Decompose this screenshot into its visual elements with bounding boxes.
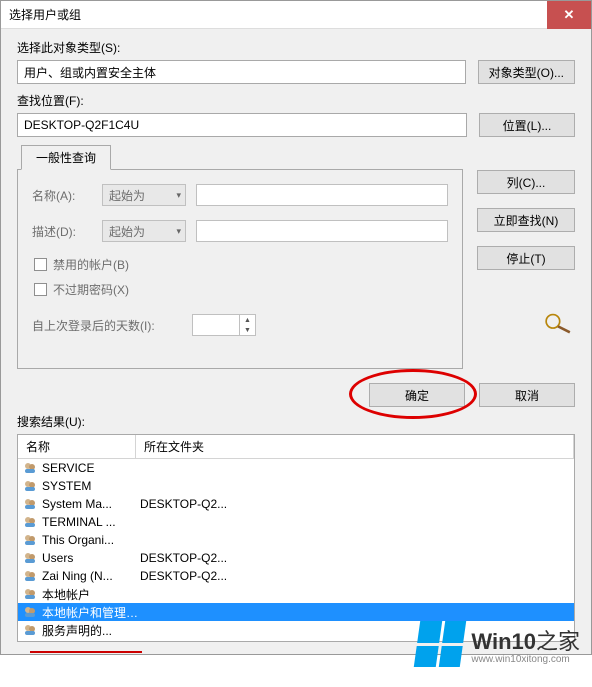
checkbox-icon [34,283,47,296]
stop-button[interactable]: 停止(T) [477,246,575,270]
row-name: This Organi... [42,533,140,547]
dialog-window: 选择用户或组 ✕ 选择此对象类型(S): 用户、组或内置安全主体 对象类型(O)… [0,0,592,655]
group-icon [22,460,38,476]
col-name-header[interactable]: 名称 [18,435,136,458]
footer-actions: 确定 取消 [17,383,575,407]
list-item[interactable]: System Ma...DESKTOP-Q2... [18,495,574,513]
group-icon [22,550,38,566]
row-name: TERMINAL ... [42,515,140,529]
window-title: 选择用户或组 [1,6,81,23]
search-icon [541,312,575,334]
object-type-field[interactable]: 用户、组或内置安全主体 [17,60,466,84]
row-name: SYSTEM [42,479,140,493]
group-icon [22,496,38,512]
list-item[interactable]: This Organi... [18,531,574,549]
location-label: 查找位置(F): [17,92,575,109]
desc-label: 描述(D): [32,223,92,240]
side-buttons: 列(C)... 立即查找(N) 停止(T) [477,170,575,334]
lastlogin-label: 自上次登录后的天数(I): [32,317,182,334]
row-name: Zai Ning (N... [42,569,140,583]
list-item[interactable]: SERVICE [18,459,574,477]
windows-logo-icon [414,621,466,667]
list-item[interactable]: 本地帐户 [18,585,574,603]
locations-button[interactable]: 位置(L)... [479,113,575,137]
row-name: SERVICE [42,461,140,475]
location-field[interactable]: DESKTOP-Q2F1C4U [17,113,467,137]
spin-up-icon[interactable]: ▲ [240,315,255,325]
tab-host: 一般性查询 名称(A): 起始为 ▾ 描述(D): 起始为 [17,145,575,369]
titlebar: 选择用户或组 ✕ [1,1,591,29]
tab-pane: 名称(A): 起始为 ▾ 描述(D): 起始为 ▾ [17,169,463,369]
list-item[interactable]: SYSTEM [18,477,574,495]
tab-common-query[interactable]: 一般性查询 [21,145,111,170]
dialog-content: 选择此对象类型(S): 用户、组或内置安全主体 对象类型(O)... 查找位置(… [1,29,591,654]
location-group: 查找位置(F): DESKTOP-Q2F1C4U 位置(L)... [17,92,575,137]
results-listview[interactable]: 名称 所在文件夹 SERVICESYSTEMSystem Ma...DESKTO… [17,434,575,642]
name-match-combo[interactable]: 起始为 ▾ [102,184,186,206]
desc-row: 描述(D): 起始为 ▾ [32,220,448,242]
checkbox-icon [34,258,47,271]
list-item[interactable]: Zai Ning (N...DESKTOP-Q2... [18,567,574,585]
name-input[interactable] [196,184,448,206]
row-name: 服务声明的... [42,622,140,639]
row-name: Users [42,551,140,565]
group-icon [22,604,38,620]
group-icon [22,478,38,494]
list-item[interactable]: 本地帐户和管理员组成员 [18,603,574,621]
row-folder: DESKTOP-Q2... [140,569,574,583]
find-now-button[interactable]: 立即查找(N) [477,208,575,232]
cancel-button[interactable]: 取消 [479,383,575,407]
annotation-underline [30,651,142,653]
row-name: System Ma... [42,497,140,511]
columns-button[interactable]: 列(C)... [477,170,575,194]
chevron-down-icon: ▾ [176,190,181,201]
chevron-down-icon: ▾ [176,226,181,237]
row-name: 本地帐户和管理员组成员 [42,604,140,621]
lastlogin-row: 自上次登录后的天数(I): ▲ ▼ [32,314,448,336]
disabled-accounts-checkbox[interactable]: 禁用的帐户(B) [34,256,448,273]
group-icon [22,586,38,602]
close-icon: ✕ [564,7,575,23]
object-types-button[interactable]: 对象类型(O)... [478,60,575,84]
list-item[interactable]: UsersDESKTOP-Q2... [18,549,574,567]
desc-match-combo[interactable]: 起始为 ▾ [102,220,186,242]
group-icon [22,568,38,584]
col-folder-header[interactable]: 所在文件夹 [136,435,574,458]
name-row: 名称(A): 起始为 ▾ [32,184,448,206]
spin-down-icon[interactable]: ▼ [240,325,255,335]
listview-body: SERVICESYSTEMSystem Ma...DESKTOP-Q2...TE… [18,459,574,639]
ok-button[interactable]: 确定 [369,383,465,407]
name-label: 名称(A): [32,187,92,204]
row-name: 本地帐户 [42,586,140,603]
watermark: Win10之家 www.win10xitong.com [417,621,580,667]
close-button[interactable]: ✕ [547,1,591,29]
nonexpiring-password-checkbox[interactable]: 不过期密码(X) [34,281,448,298]
results-label: 搜索结果(U): [17,413,575,430]
desc-input[interactable] [196,220,448,242]
group-icon [22,622,38,638]
list-item[interactable]: TERMINAL ... [18,513,574,531]
days-spinner[interactable]: ▲ ▼ [192,314,256,336]
group-icon [22,514,38,530]
group-icon [22,532,38,548]
row-folder: DESKTOP-Q2... [140,497,574,511]
object-type-label: 选择此对象类型(S): [17,39,575,56]
row-folder: DESKTOP-Q2... [140,551,574,565]
listview-header: 名称 所在文件夹 [18,435,574,459]
object-type-group: 选择此对象类型(S): 用户、组或内置安全主体 对象类型(O)... [17,39,575,84]
